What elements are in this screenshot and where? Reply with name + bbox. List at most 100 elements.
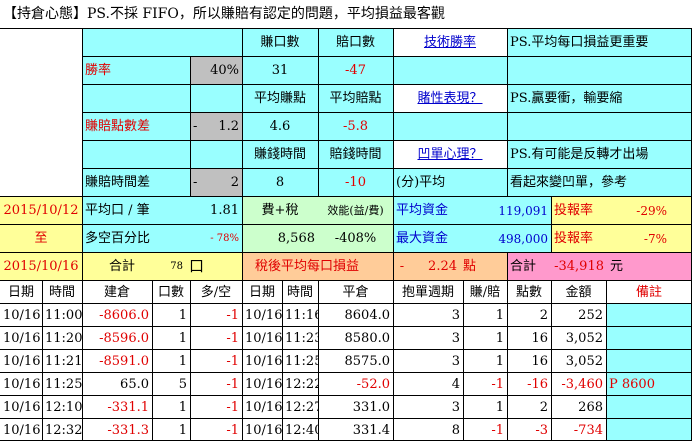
after-tax-label: 稅後平均每口損益 (255, 259, 360, 274)
table-cell-open-price: -331.3 (107, 422, 149, 438)
table-cell-win-loss: 1 (495, 399, 504, 415)
win-time-value: 8 (275, 175, 285, 190)
table-cell-amount: 3,052 (565, 353, 603, 369)
currency-unit: 元 (610, 259, 624, 274)
gamble-performance-link[interactable]: 賭性表現？ (393, 85, 507, 112)
table-cell-holding-period: 4 (451, 376, 460, 392)
avg-win-value: 4.6 (269, 119, 291, 134)
table-cell-win-loss: 1 (495, 307, 504, 323)
table-cell-date: 10/16 (3, 422, 41, 438)
table-cell-holding-period: 8 (451, 422, 460, 438)
header-remark: 備註 (635, 284, 662, 300)
table-cell-close-date: 10/16 (245, 353, 282, 369)
max-capital-label: 最大資金 (396, 231, 449, 246)
lot-unit: 口 (189, 257, 205, 275)
table-cell-direction: -1 (226, 422, 239, 438)
table-cell-direction: -1 (226, 353, 239, 369)
win-rate-label: 勝率 (85, 63, 112, 78)
table-cell-close-price: 331.4 (352, 422, 390, 438)
table-cell-open-price: -331.1 (107, 399, 149, 415)
avg-capital-label: 平均資金 (396, 203, 449, 218)
time-avg-label: (分)平均 (396, 175, 446, 190)
table-cell-points: -3 (535, 422, 548, 438)
pl-time-diff-value: 2 (230, 175, 239, 190)
table-cell-close-time: 11:25 (285, 353, 318, 369)
header-lots: 口數 (157, 284, 184, 300)
table-cell-close-time: 12:40 (285, 422, 318, 438)
table-cell-time: 11:21 (45, 353, 82, 369)
table-cell-amount: -3,460 (561, 376, 603, 392)
table-cell-remark (606, 350, 692, 372)
pl-time-diff-label: 賺賠時間差 (85, 175, 151, 190)
note-win-loss: PS.贏要衝，輸要縮 (510, 91, 623, 106)
avg-loss-label: 平均賠點 (329, 91, 382, 106)
table-cell-time: 11:00 (45, 307, 82, 323)
table-cell-amount: -734 (573, 422, 603, 438)
table-cell-amount: 3,052 (565, 330, 603, 346)
table-cell-remark: P 8600 (609, 376, 655, 392)
header-holding-period: 抱單週期 (401, 284, 454, 300)
table-cell-open-price: 65.0 (120, 376, 149, 392)
table-cell-lots: 1 (178, 422, 187, 438)
table-cell-date: 10/16 (3, 353, 41, 369)
table-cell-holding-period: 3 (451, 399, 460, 415)
loss-time-value: -10 (345, 175, 366, 190)
table-cell-close-date: 10/16 (245, 422, 282, 438)
table-cell-close-price: 8604.0 (344, 307, 391, 323)
long-short-value: - 78% (210, 232, 239, 244)
loss-trades-value: -47 (345, 63, 366, 78)
header-win-loss: 賺/賠 (469, 284, 501, 300)
table-cell-time: 11:25 (45, 376, 82, 392)
table-cell-open-price: -8596.0 (99, 330, 149, 346)
note-avg-pl: PS.平均每口損益更重要 (510, 35, 649, 50)
note-reversal: PS.有可能是反轉才出場 (510, 147, 649, 162)
date-to: 2015/10/16 (3, 259, 79, 274)
table-cell-remark (606, 327, 692, 349)
table-cell-time: 12:10 (45, 399, 82, 415)
table-cell-date: 10/16 (3, 376, 41, 392)
table-cell-time: 12:32 (45, 422, 82, 438)
mental-holding-link[interactable]: 凹單心理？ (393, 141, 507, 168)
table-cell-win-loss: 1 (495, 353, 504, 369)
avg-loss-value: -5.8 (342, 119, 369, 134)
win-trades-label: 賺口數 (260, 35, 300, 50)
loss-time-label: 賠錢時間 (329, 147, 382, 162)
table-cell-remark (606, 304, 692, 326)
win-trades-value: 31 (271, 63, 289, 78)
header-close-time: 時間 (286, 284, 313, 300)
table-cell-win-loss: -1 (491, 422, 504, 438)
table-cell-close-price: 331.0 (352, 399, 390, 415)
table-cell-open-price: -8591.0 (99, 353, 149, 369)
after-tax-value: 2.24 (428, 259, 457, 274)
grand-total-value: -34,918 (554, 259, 604, 274)
table-cell-close-date: 10/16 (245, 330, 282, 346)
technical-win-rate-link[interactable]: 技術勝率 (393, 29, 507, 56)
header-close-price: 平倉 (342, 284, 369, 300)
table-cell-lots: 1 (178, 330, 187, 346)
note-reference: 看起來變凹單，參考 (510, 175, 628, 190)
efficiency-label: 效能(益/費) (327, 204, 384, 217)
header-date: 日期 (7, 284, 34, 300)
table-cell-close-date: 10/16 (245, 399, 282, 415)
table-cell-close-price: 8575.0 (344, 353, 391, 369)
header-time: 時間 (48, 284, 75, 300)
table-cell-close-time: 12:27 (285, 399, 318, 415)
table-cell-lots: 1 (178, 353, 187, 369)
total-label: 合計 (108, 259, 135, 274)
header-points: 點數 (515, 284, 542, 300)
header-amount: 金額 (565, 284, 592, 300)
table-cell-direction: -1 (226, 376, 239, 392)
roi2-value: -7% (643, 231, 667, 246)
avg-capital-value: 119,091 (498, 203, 548, 218)
efficiency-value: -408% (334, 231, 377, 246)
total-lots-value: 78 (170, 260, 183, 272)
table-cell-amount: 252 (578, 307, 603, 323)
table-cell-points: -16 (527, 376, 548, 392)
pl-points-diff-label: 賺賠點數差 (85, 119, 151, 134)
table-cell-time: 11:20 (45, 330, 82, 346)
roi-value: -29% (636, 203, 667, 218)
table-cell-open-price: -8606.0 (99, 307, 149, 323)
table-cell-remark (606, 396, 692, 418)
date-from: 2015/10/12 (3, 203, 79, 218)
sheet-title: 【持倉心態】PS.不採 FIFO，所以賺賠有認定的問題，平均損益最客觀 (3, 6, 445, 22)
